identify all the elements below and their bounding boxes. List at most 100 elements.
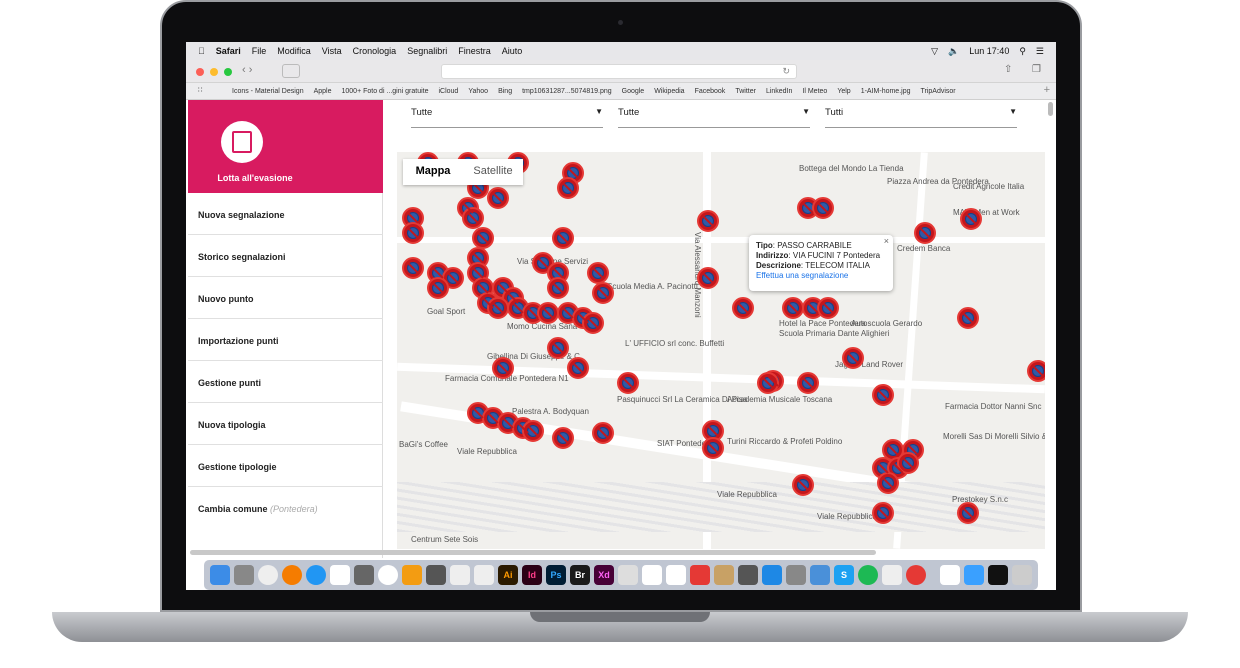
trash-icon[interactable] bbox=[1012, 565, 1032, 585]
marker-icon[interactable] bbox=[617, 372, 639, 394]
marker-icon[interactable] bbox=[872, 502, 894, 524]
marker-icon[interactable] bbox=[487, 297, 509, 319]
xd-icon[interactable]: Xd bbox=[594, 565, 614, 585]
firefox-icon[interactable] bbox=[282, 565, 302, 585]
share-icon[interactable]: ⇧ bbox=[1004, 64, 1012, 75]
bookmark[interactable]: 1000+ Foto di ...gini gratuite bbox=[342, 88, 429, 95]
app-icon[interactable] bbox=[690, 565, 710, 585]
calendar-icon[interactable] bbox=[330, 565, 350, 585]
marker-icon[interactable] bbox=[702, 437, 724, 459]
bookmark[interactable]: 1-AIM-home.jpg bbox=[861, 88, 911, 95]
bookmark[interactable]: Bing bbox=[498, 88, 512, 95]
bridge-icon[interactable]: Br bbox=[570, 565, 590, 585]
reload-icon[interactable]: ↻ bbox=[782, 66, 790, 77]
tabs-icon[interactable]: ❐ bbox=[1032, 64, 1041, 75]
tab-satellite[interactable]: Satellite bbox=[463, 159, 523, 185]
marker-icon[interactable] bbox=[492, 357, 514, 379]
bookmark[interactable]: Facebook bbox=[695, 88, 726, 95]
bookmark[interactable]: iCloud bbox=[438, 88, 458, 95]
segnalazione-link[interactable]: Effettua una segnalazione bbox=[756, 271, 886, 281]
acrobat-reader-icon[interactable] bbox=[474, 565, 494, 585]
marker-icon[interactable] bbox=[914, 222, 936, 244]
marker-icon[interactable] bbox=[582, 312, 604, 334]
marker-icon[interactable] bbox=[782, 297, 804, 319]
wifi-icon[interactable]: ▽ bbox=[931, 46, 938, 57]
bookmark[interactable]: Twitter bbox=[735, 88, 756, 95]
nav-nuova-segnalazione[interactable]: Nuova segnalazione bbox=[188, 193, 383, 235]
app-icon[interactable] bbox=[714, 565, 734, 585]
marker-icon[interactable] bbox=[812, 197, 834, 219]
marker-icon[interactable] bbox=[592, 422, 614, 444]
add-bookmark-icon[interactable]: + bbox=[1044, 84, 1050, 96]
creative-cloud-icon[interactable] bbox=[906, 565, 926, 585]
document-icon[interactable] bbox=[940, 565, 960, 585]
document-icon[interactable] bbox=[642, 565, 662, 585]
menu-segnalibri[interactable]: Segnalibri bbox=[407, 46, 447, 56]
music-icon[interactable] bbox=[378, 565, 398, 585]
marker-icon[interactable] bbox=[697, 210, 719, 232]
app-icon[interactable] bbox=[426, 565, 446, 585]
marker-icon[interactable] bbox=[792, 474, 814, 496]
bookmark[interactable]: Apple bbox=[314, 88, 332, 95]
marker-icon[interactable] bbox=[817, 297, 839, 319]
bookmark[interactable]: Google bbox=[622, 88, 645, 95]
nav-nuovo-punto[interactable]: Nuovo punto bbox=[188, 277, 383, 319]
nav-importazione-punti[interactable]: Importazione punti bbox=[188, 319, 383, 361]
marker-icon[interactable] bbox=[957, 307, 979, 329]
acrobat-icon[interactable] bbox=[450, 565, 470, 585]
marker-icon[interactable] bbox=[877, 472, 899, 494]
chrome-icon[interactable] bbox=[258, 565, 278, 585]
menu-cronologia[interactable]: Cronologia bbox=[353, 46, 397, 56]
vertical-scrollbar[interactable] bbox=[1048, 102, 1053, 116]
bookmark[interactable]: TripAdvisor bbox=[920, 88, 955, 95]
bookmark[interactable]: Il Meteo bbox=[802, 88, 827, 95]
nav-nuova-tipologia[interactable]: Nuova tipologia bbox=[188, 403, 383, 445]
app-icon[interactable] bbox=[618, 565, 638, 585]
photos-icon[interactable] bbox=[354, 565, 374, 585]
marker-icon[interactable] bbox=[547, 277, 569, 299]
terminal-icon[interactable] bbox=[988, 565, 1008, 585]
tab-mappa[interactable]: Mappa bbox=[403, 159, 463, 185]
filter-select-1[interactable]: Tutte ▼ bbox=[411, 104, 603, 128]
clock[interactable]: Lun 17:40 bbox=[969, 46, 1009, 57]
illustrator-icon[interactable]: Ai bbox=[498, 565, 518, 585]
safari-icon[interactable] bbox=[306, 565, 326, 585]
sidebar-toggle-icon[interactable] bbox=[282, 64, 300, 78]
marker-icon[interactable] bbox=[697, 267, 719, 289]
marker-icon[interactable] bbox=[797, 372, 819, 394]
app-icon[interactable] bbox=[964, 565, 984, 585]
document-icon[interactable] bbox=[666, 565, 686, 585]
map[interactable]: Bottega del Mondo La Tienda Piazza Andrea… bbox=[397, 152, 1045, 549]
close-icon[interactable]: × bbox=[884, 236, 889, 246]
vlc-icon[interactable] bbox=[402, 565, 422, 585]
marker-icon[interactable] bbox=[427, 277, 449, 299]
search-icon[interactable]: ⚲ bbox=[1019, 46, 1026, 57]
bookmark[interactable]: Yelp bbox=[837, 88, 850, 95]
vscode-icon[interactable] bbox=[762, 565, 782, 585]
menu-file[interactable]: File bbox=[252, 46, 267, 56]
menu-modifica[interactable]: Modifica bbox=[277, 46, 311, 56]
marker-icon[interactable] bbox=[402, 222, 424, 244]
marker-icon[interactable] bbox=[567, 357, 589, 379]
back-forward-icon[interactable]: ‹ › bbox=[242, 64, 252, 76]
marker-icon[interactable] bbox=[872, 384, 894, 406]
app-icon[interactable] bbox=[882, 565, 902, 585]
address-bar[interactable]: ↻ bbox=[441, 64, 797, 79]
nav-gestione-tipologie[interactable]: Gestione tipologie bbox=[188, 445, 383, 487]
nav-cambia-comune[interactable]: Cambia comune (Pontedera) bbox=[188, 487, 383, 529]
marker-icon[interactable] bbox=[487, 187, 509, 209]
bookmark[interactable]: Icons - Material Design bbox=[232, 88, 304, 95]
preview-icon[interactable] bbox=[810, 565, 830, 585]
list-icon[interactable]: ☰ bbox=[1036, 46, 1044, 57]
menu-vista[interactable]: Vista bbox=[322, 46, 342, 56]
marker-icon[interactable] bbox=[587, 262, 609, 284]
bookmark[interactable]: LinkedIn bbox=[766, 88, 792, 95]
app-icon[interactable] bbox=[786, 565, 806, 585]
app-icon[interactable] bbox=[738, 565, 758, 585]
volume-icon[interactable]: 🔈 bbox=[948, 46, 959, 57]
marker-icon[interactable] bbox=[552, 427, 574, 449]
settings-icon[interactable] bbox=[234, 565, 254, 585]
nav-storico-segnalazioni[interactable]: Storico segnalazioni bbox=[188, 235, 383, 277]
finder-icon[interactable] bbox=[210, 565, 230, 585]
apple-icon[interactable]:  bbox=[198, 46, 205, 56]
